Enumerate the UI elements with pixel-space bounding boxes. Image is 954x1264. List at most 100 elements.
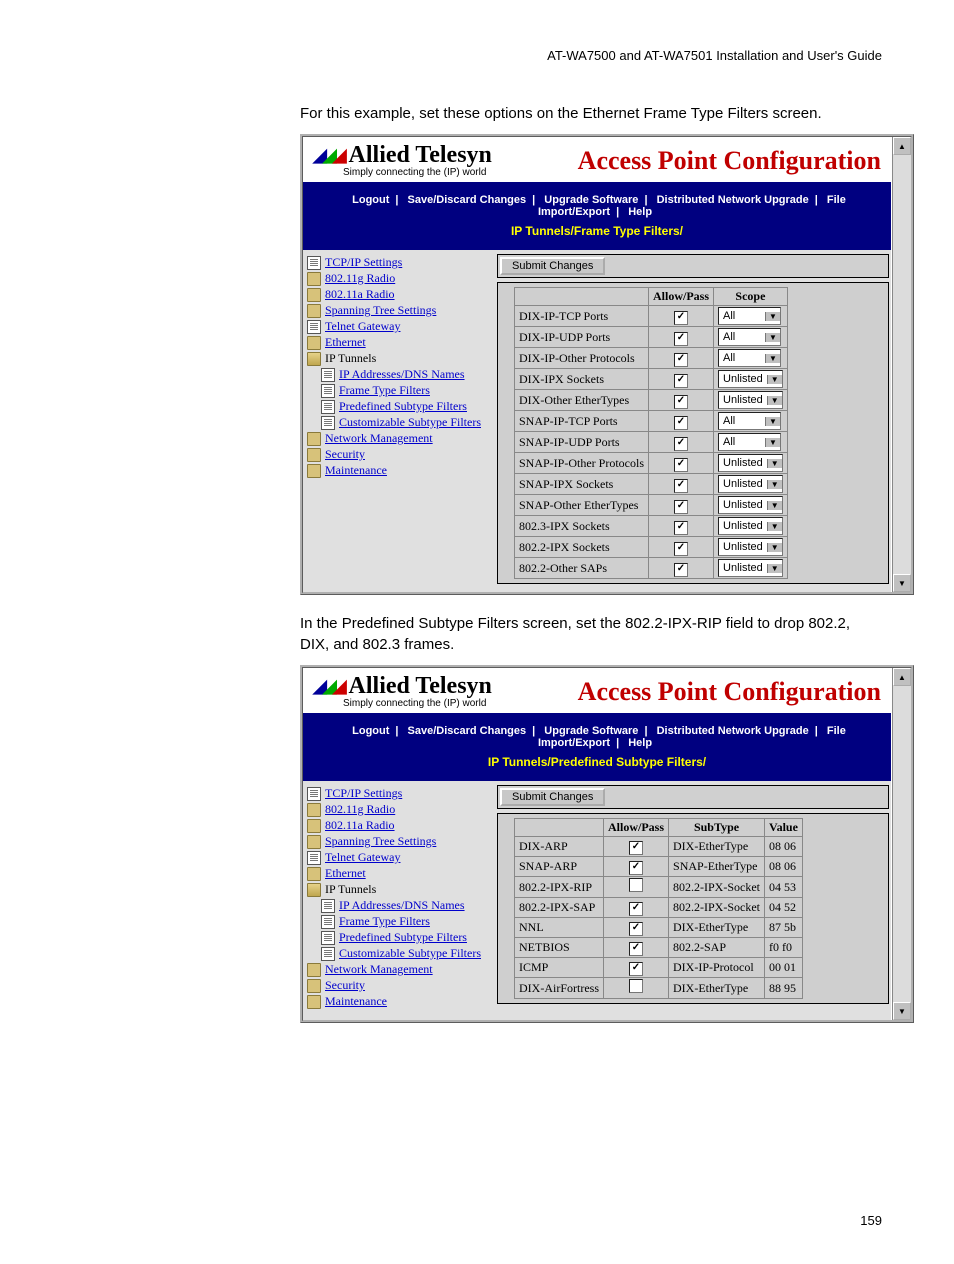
sidebar-item[interactable]: Maintenance: [307, 463, 493, 478]
sidebar-item-label[interactable]: Customizable Subtype Filters: [339, 415, 481, 430]
sidebar-item-label[interactable]: Frame Type Filters: [339, 383, 430, 398]
menu-distributed-upgrade[interactable]: Distributed Network Upgrade: [653, 725, 813, 737]
sidebar-item-label[interactable]: Predefined Subtype Filters: [339, 930, 467, 945]
allow-pass-checkbox[interactable]: [674, 437, 688, 451]
allow-pass-checkbox[interactable]: [674, 374, 688, 388]
sidebar-item[interactable]: Security: [307, 978, 493, 993]
allow-pass-checkbox[interactable]: [629, 922, 643, 936]
sidebar-item[interactable]: 802.11a Radio: [307, 818, 493, 833]
sidebar-item[interactable]: IP Addresses/DNS Names: [307, 367, 493, 382]
sidebar-item-label[interactable]: Network Management: [325, 431, 433, 446]
allow-pass-checkbox[interactable]: [674, 563, 688, 577]
sidebar-item-label[interactable]: 802.11a Radio: [325, 818, 395, 833]
sidebar-item-label[interactable]: Ethernet: [325, 335, 366, 350]
sidebar-item[interactable]: 802.11a Radio: [307, 287, 493, 302]
scope-select[interactable]: All: [718, 307, 781, 325]
sidebar-item-label[interactable]: Frame Type Filters: [339, 914, 430, 929]
allow-pass-checkbox[interactable]: [629, 861, 643, 875]
scope-select[interactable]: Unlisted: [718, 391, 783, 409]
sidebar-item[interactable]: IP Addresses/DNS Names: [307, 898, 493, 913]
vertical-scrollbar[interactable]: ▲ ▼: [892, 137, 911, 592]
sidebar-item[interactable]: TCP/IP Settings: [307, 255, 493, 270]
menu-logout[interactable]: Logout: [348, 725, 393, 737]
allow-pass-checkbox[interactable]: [629, 841, 643, 855]
allow-pass-checkbox[interactable]: [674, 395, 688, 409]
sidebar-item-label[interactable]: Customizable Subtype Filters: [339, 946, 481, 961]
scope-select[interactable]: All: [718, 412, 781, 430]
sidebar-item[interactable]: Telnet Gateway: [307, 319, 493, 334]
sidebar-item-label[interactable]: Predefined Subtype Filters: [339, 399, 467, 414]
sidebar-item[interactable]: Telnet Gateway: [307, 850, 493, 865]
sidebar-item[interactable]: Security: [307, 447, 493, 462]
sidebar-item-label[interactable]: Network Management: [325, 962, 433, 977]
allow-pass-checkbox[interactable]: [629, 902, 643, 916]
scroll-down-icon[interactable]: ▼: [893, 1002, 911, 1020]
menu-help[interactable]: Help: [624, 737, 656, 749]
allow-pass-checkbox[interactable]: [674, 416, 688, 430]
scope-select[interactable]: Unlisted: [718, 454, 783, 472]
menu-distributed-upgrade[interactable]: Distributed Network Upgrade: [653, 194, 813, 206]
scope-select[interactable]: Unlisted: [718, 496, 783, 514]
allow-pass-checkbox[interactable]: [629, 942, 643, 956]
sidebar-item[interactable]: Customizable Subtype Filters: [307, 946, 493, 961]
submit-changes-button[interactable]: Submit Changes: [500, 788, 605, 806]
menu-upgrade-software[interactable]: Upgrade Software: [540, 725, 642, 737]
sidebar-item-label[interactable]: Telnet Gateway: [325, 850, 400, 865]
scope-select[interactable]: All: [718, 349, 781, 367]
scope-select[interactable]: Unlisted: [718, 559, 783, 577]
menu-logout[interactable]: Logout: [348, 194, 393, 206]
sidebar-item[interactable]: Ethernet: [307, 866, 493, 881]
sidebar-item-label[interactable]: Ethernet: [325, 866, 366, 881]
scope-select[interactable]: Unlisted: [718, 370, 783, 388]
menu-upgrade-software[interactable]: Upgrade Software: [540, 194, 642, 206]
vertical-scrollbar[interactable]: ▲ ▼: [892, 668, 911, 1020]
sidebar-item-label[interactable]: Telnet Gateway: [325, 319, 400, 334]
sidebar-item-label[interactable]: IP Addresses/DNS Names: [339, 367, 465, 382]
sidebar-item-label[interactable]: IP Addresses/DNS Names: [339, 898, 465, 913]
allow-pass-checkbox[interactable]: [674, 542, 688, 556]
sidebar-item[interactable]: Network Management: [307, 962, 493, 977]
sidebar-item-label[interactable]: 802.11g Radio: [325, 271, 395, 286]
allow-pass-checkbox[interactable]: [629, 878, 643, 892]
sidebar-item[interactable]: 802.11g Radio: [307, 271, 493, 286]
allow-pass-checkbox[interactable]: [674, 521, 688, 535]
sidebar-item-label[interactable]: 802.11g Radio: [325, 802, 395, 817]
sidebar-item-label[interactable]: Security: [325, 447, 365, 462]
sidebar-item-label[interactable]: Maintenance: [325, 463, 387, 478]
sidebar-item-label[interactable]: Spanning Tree Settings: [325, 834, 436, 849]
sidebar-item-label[interactable]: TCP/IP Settings: [325, 786, 402, 801]
allow-pass-checkbox[interactable]: [674, 332, 688, 346]
allow-pass-checkbox[interactable]: [674, 479, 688, 493]
scroll-up-icon[interactable]: ▲: [893, 668, 911, 686]
scope-select[interactable]: All: [718, 433, 781, 451]
sidebar-item[interactable]: Network Management: [307, 431, 493, 446]
sidebar-item-label[interactable]: 802.11a Radio: [325, 287, 395, 302]
allow-pass-checkbox[interactable]: [629, 979, 643, 993]
scope-select[interactable]: All: [718, 328, 781, 346]
sidebar-item[interactable]: TCP/IP Settings: [307, 786, 493, 801]
menu-save-discard[interactable]: Save/Discard Changes: [404, 194, 531, 206]
sidebar-item[interactable]: Ethernet: [307, 335, 493, 350]
submit-changes-button[interactable]: Submit Changes: [500, 257, 605, 275]
sidebar-item[interactable]: Spanning Tree Settings: [307, 303, 493, 318]
scope-select[interactable]: Unlisted: [718, 538, 783, 556]
allow-pass-checkbox[interactable]: [674, 353, 688, 367]
sidebar-item[interactable]: 802.11g Radio: [307, 802, 493, 817]
sidebar-item[interactable]: Frame Type Filters: [307, 383, 493, 398]
menu-save-discard[interactable]: Save/Discard Changes: [404, 725, 531, 737]
menu-help[interactable]: Help: [624, 206, 656, 218]
sidebar-item-label[interactable]: Security: [325, 978, 365, 993]
scroll-up-icon[interactable]: ▲: [893, 137, 911, 155]
sidebar-item[interactable]: Maintenance: [307, 994, 493, 1009]
sidebar-item-label[interactable]: Maintenance: [325, 994, 387, 1009]
allow-pass-checkbox[interactable]: [674, 311, 688, 325]
scroll-down-icon[interactable]: ▼: [893, 574, 911, 592]
allow-pass-checkbox[interactable]: [674, 500, 688, 514]
sidebar-item[interactable]: Frame Type Filters: [307, 914, 493, 929]
sidebar-item[interactable]: Predefined Subtype Filters: [307, 930, 493, 945]
allow-pass-checkbox[interactable]: [629, 962, 643, 976]
sidebar-item-label[interactable]: Spanning Tree Settings: [325, 303, 436, 318]
scope-select[interactable]: Unlisted: [718, 475, 783, 493]
sidebar-item[interactable]: Predefined Subtype Filters: [307, 399, 493, 414]
scope-select[interactable]: Unlisted: [718, 517, 783, 535]
